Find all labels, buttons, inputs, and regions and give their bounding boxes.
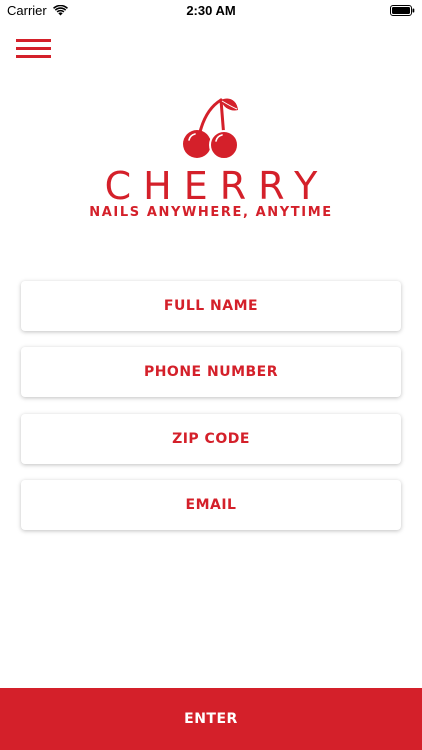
zip-code-input[interactable]	[21, 414, 401, 464]
brand-tagline: NAILS ANYWHERE, ANYTIME	[89, 205, 333, 220]
email-field	[21, 480, 401, 530]
phone-number-field	[21, 347, 401, 397]
cherry-icon	[183, 98, 239, 160]
full-name-field	[21, 281, 401, 331]
app-screen: Carrier 2:30 AM CHERRY NAILS ANYWHERE, A…	[0, 0, 422, 750]
enter-button[interactable]: ENTER	[0, 688, 422, 750]
zip-code-field	[21, 414, 401, 464]
brand-name: CHERRY	[104, 164, 330, 208]
menu-line-middle	[16, 47, 51, 50]
battery-icon	[390, 5, 415, 16]
status-time: 2:30 AM	[186, 3, 236, 18]
hamburger-menu-icon[interactable]	[16, 38, 51, 60]
status-bar: Carrier 2:30 AM	[0, 0, 422, 22]
menu-line-bottom	[16, 55, 51, 58]
full-name-input[interactable]	[21, 281, 401, 331]
email-input[interactable]	[21, 480, 401, 530]
menu-line-top	[16, 39, 51, 42]
phone-number-input[interactable]	[21, 347, 401, 397]
